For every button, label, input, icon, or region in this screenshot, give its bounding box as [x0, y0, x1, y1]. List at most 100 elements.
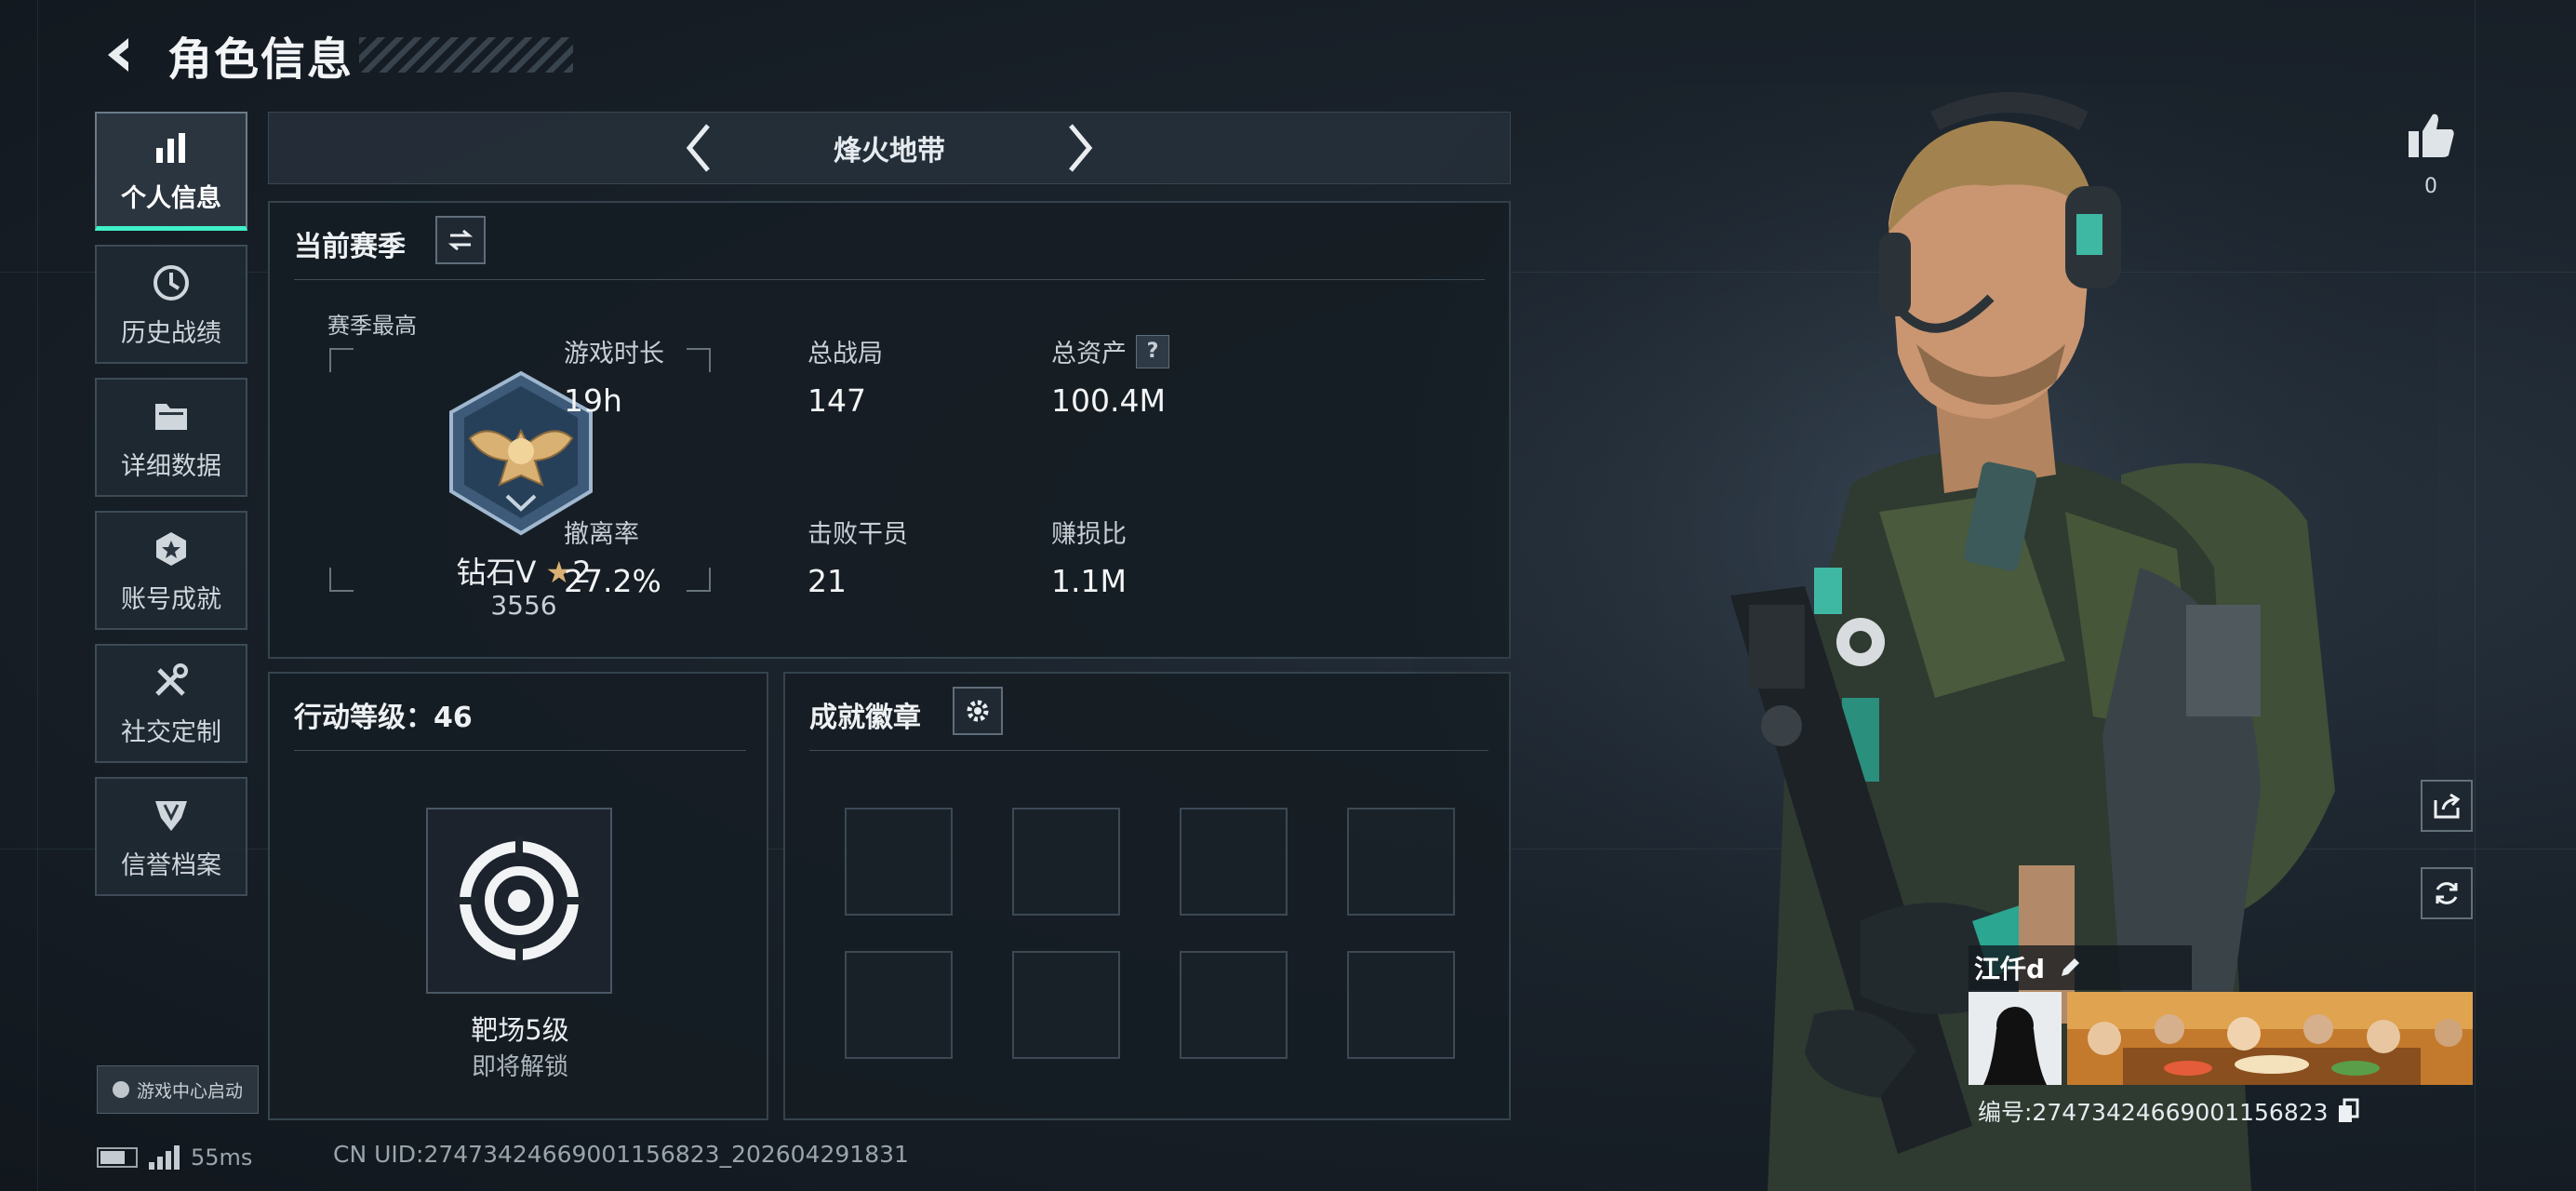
- stat-total-matches: 总战局 147: [808, 333, 883, 419]
- bar-chart-icon: [149, 126, 194, 170]
- game-center-launch-button[interactable]: 游戏中心启动: [97, 1065, 259, 1114]
- season-best-label: 赛季最高: [327, 313, 417, 339]
- season-title: 当前赛季: [294, 231, 406, 263]
- badge-slot[interactable]: [1180, 951, 1288, 1059]
- shield-icon: [149, 793, 194, 837]
- sidebar-item-label: 账号成就: [121, 584, 221, 614]
- medal-icon: [149, 527, 194, 571]
- stat-value: 1.1M: [1051, 563, 1127, 599]
- like-count: 0: [2424, 175, 2437, 198]
- sidebar-item-label: 详细数据: [121, 451, 221, 481]
- badge-slot[interactable]: [1180, 808, 1288, 916]
- stat-value: 27.2%: [564, 563, 661, 599]
- sidebar-item-social-custom[interactable]: 社交定制: [95, 644, 247, 763]
- game-center-icon: [112, 1081, 129, 1098]
- copy-id-button[interactable]: [2334, 1097, 2362, 1125]
- stat-label: 游戏时长: [564, 340, 664, 368]
- thumbs-up-icon: [2409, 114, 2454, 157]
- copy-icon: [2338, 1098, 2359, 1122]
- mode-selector: 烽火地带: [268, 112, 1511, 184]
- page-header: 角色信息: [93, 22, 574, 87]
- sidebar-item-reputation[interactable]: 信誉档案: [95, 777, 247, 896]
- stat-label: 总战局: [808, 340, 883, 368]
- current-mode-label: 烽火地带: [834, 135, 945, 167]
- sidebar-item-achievements[interactable]: 账号成就: [95, 511, 247, 630]
- stat-play-time: 游戏时长 19h: [564, 333, 664, 419]
- sidebar-item-detailed-data[interactable]: 详细数据: [95, 378, 247, 497]
- mode-prev-button[interactable]: [671, 115, 727, 181]
- divider: [294, 750, 746, 751]
- stat-value: 147: [808, 382, 866, 419]
- stat-label-row: 总资产 ?: [1051, 333, 1169, 369]
- stat-value: 100.4M: [1051, 382, 1166, 419]
- chevron-right-icon: [1069, 124, 1093, 172]
- silhouette-icon: [1983, 1007, 2047, 1085]
- badge-slot[interactable]: [1012, 808, 1120, 916]
- tools-icon: [149, 660, 194, 704]
- grid-line: [37, 0, 38, 1191]
- player-name-row: 江仟d: [1969, 945, 2192, 990]
- stat-extraction-rate: 撤离率 27.2%: [564, 514, 661, 599]
- season-switch-button[interactable]: [435, 216, 486, 264]
- avatar[interactable]: [1969, 992, 2062, 1085]
- sidebar-item-label: 历史战绩: [121, 318, 221, 348]
- page-title: 角色信息: [167, 33, 354, 86]
- stat-label: 击败干员: [808, 520, 908, 549]
- like-button[interactable]: [2400, 104, 2462, 166]
- signal-icon: [149, 1145, 180, 1170]
- stat-label: 撤离率: [564, 520, 639, 549]
- stat-label: 赚损比: [1051, 520, 1127, 549]
- player-id: 编号:2747342466900115682​3: [1978, 1099, 2329, 1126]
- game-center-label: 游戏中心启动: [136, 1080, 243, 1102]
- sidebar-item-match-history[interactable]: 历史战绩: [95, 245, 247, 364]
- chevron-left-icon: [686, 124, 710, 172]
- help-icon[interactable]: ?: [1136, 334, 1169, 368]
- status-bar: 55ms: [97, 1139, 252, 1176]
- badge-settings-button[interactable]: [953, 687, 1003, 735]
- back-button[interactable]: [93, 27, 149, 83]
- range-unlock-status: 即将解锁: [471, 1053, 568, 1081]
- sidebar: 个人信息 历史战绩 详细数据 账号成就 社交定制 信誉档案: [95, 112, 247, 910]
- range-unlock-card[interactable]: [426, 808, 612, 994]
- action-level-title: 行动等级：46: [294, 702, 473, 734]
- divider: [294, 279, 1485, 280]
- feast-banner-image: [2067, 992, 2473, 1085]
- refresh-icon: [2436, 882, 2458, 904]
- history-icon: [149, 261, 194, 305]
- folder-icon: [149, 394, 194, 438]
- achievement-title: 成就徽章: [809, 702, 921, 734]
- swap-icon: [447, 229, 474, 251]
- ping-value: 55ms: [191, 1144, 253, 1171]
- share-icon: [2434, 793, 2461, 819]
- stat-operators-defeated: 击败干员 21: [808, 514, 908, 599]
- target-icon: [454, 836, 584, 966]
- sidebar-item-label: 社交定制: [121, 717, 221, 747]
- pencil-icon: [2062, 958, 2080, 976]
- sidebar-item-label: 信誉档案: [121, 850, 221, 880]
- rank-tier: 钻石V: [456, 555, 537, 590]
- stat-value: 21: [808, 563, 847, 599]
- battery-icon: [97, 1147, 138, 1168]
- share-button[interactable]: [2421, 780, 2473, 832]
- sidebar-item-label: 个人信息: [121, 184, 221, 213]
- edit-name-button[interactable]: [2054, 952, 2086, 984]
- player-banner-image[interactable]: [2067, 992, 2473, 1085]
- sidebar-item-personal-info[interactable]: 个人信息: [95, 112, 247, 231]
- badge-slot[interactable]: [845, 808, 953, 916]
- gear-icon: [967, 700, 989, 722]
- stat-value: 19h: [564, 382, 622, 419]
- player-id-row: 编号:2747342466900115682​3: [1969, 1094, 2476, 1128]
- divider: [809, 750, 1488, 751]
- player-images: [1969, 992, 2476, 1085]
- player-card: 江仟d: [1969, 945, 2476, 1128]
- refresh-button[interactable]: [2421, 867, 2473, 919]
- stat-total-assets: 总资产 ? 100.4M: [1051, 333, 1169, 419]
- badge-slot[interactable]: [845, 951, 953, 1059]
- achievement-badge-panel: 成就徽章: [783, 672, 1511, 1120]
- badge-slot[interactable]: [1012, 951, 1120, 1059]
- stat-label: 总资产: [1051, 340, 1127, 368]
- stat-profit-loss: 赚损比 1.1M: [1051, 514, 1127, 599]
- title-decoration: [359, 37, 574, 73]
- mode-next-button[interactable]: [1052, 115, 1108, 181]
- player-name: 江仟d: [1974, 954, 2046, 984]
